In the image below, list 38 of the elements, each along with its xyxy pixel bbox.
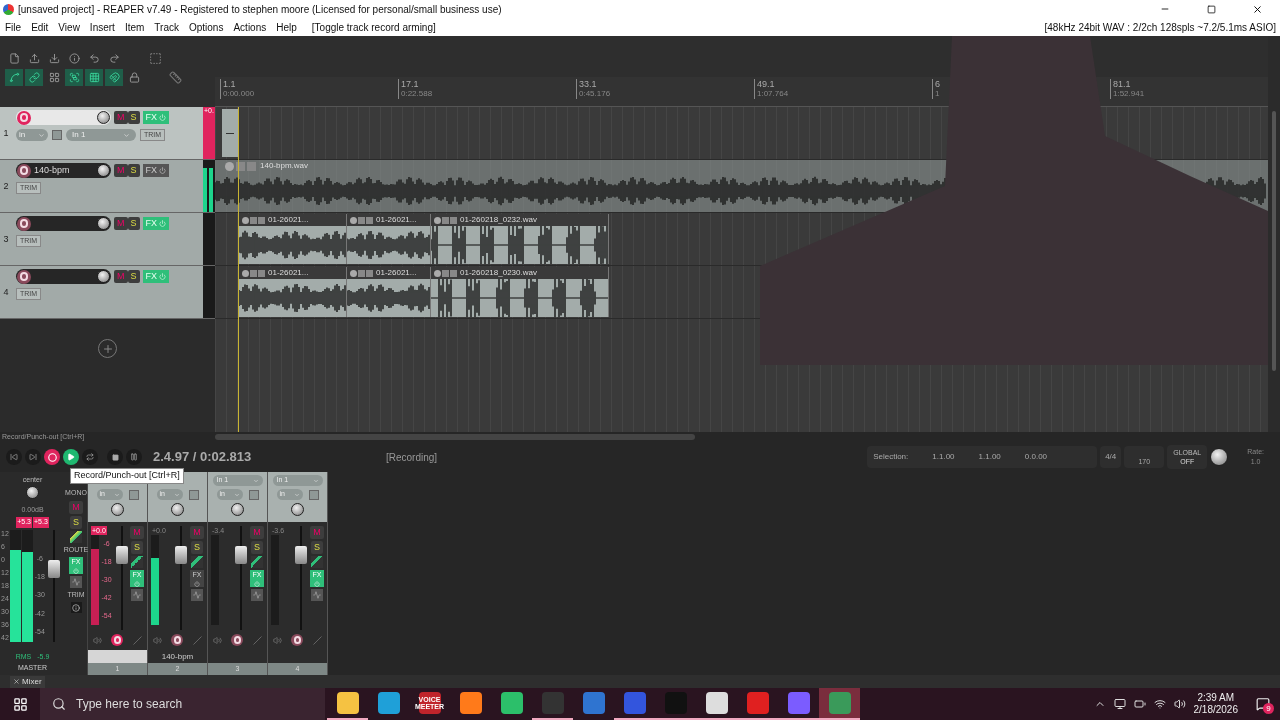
- position-readout: 2.4.97 / 0:02.813: [153, 448, 253, 467]
- notification-badge: 9: [1263, 703, 1274, 714]
- channel-name: 140-bpm: [161, 650, 194, 663]
- ruler-bar-label: 6: [935, 79, 940, 89]
- selection-start: 1.1.00: [932, 451, 955, 463]
- item-label: 01-26021...: [376, 214, 417, 226]
- ruler-time-label: 1: [935, 89, 940, 99]
- ruler-time-label: 1:52.941: [1113, 89, 1145, 99]
- item-label: 01-260218_0230.wav: [460, 267, 537, 279]
- track-number: 4: [3, 286, 9, 299]
- ruler-bar-label: 17.1: [401, 79, 420, 89]
- window-title: [unsaved project] - REAPER v7.49 - Registered to stephen moore (Licensed for personal/small business use): [18, 2, 502, 17]
- tooltip: Record/Punch-out [Ctrl+R]: [70, 468, 184, 484]
- ruler-time-label: 0:22.588: [401, 89, 433, 99]
- transport-status: [Recording]: [386, 450, 438, 465]
- ruler-time-label: 0:45.176: [579, 89, 611, 99]
- track-number: 3: [3, 233, 9, 246]
- track-name: 140-bpm: [34, 163, 71, 177]
- item-label: 01-26021...: [268, 214, 309, 226]
- ruler-bar-label: 1.1: [223, 79, 237, 89]
- item-label: 01-260218_0232.wav: [460, 214, 537, 226]
- track-number: 1: [3, 127, 9, 140]
- item-label: 01-26021...: [376, 267, 417, 279]
- selection-end: 1.1.00: [978, 451, 1001, 463]
- ruler-time-label: 0:00.000: [223, 89, 255, 99]
- selection-length: 0.0.00: [1024, 451, 1048, 463]
- audio-status: [48kHz 24bit WAV : 2/2ch 128spls ~7.2/5.1ms ASIO]: [1044, 20, 1276, 35]
- action-hint: [Toggle track record arming]: [311, 20, 436, 35]
- track-number: 2: [3, 180, 9, 193]
- selection-label: Selection:: [873, 451, 909, 463]
- ruler-bar-label: 81.1: [1113, 79, 1132, 89]
- item-label: 01-26021...: [268, 267, 309, 279]
- ruler-time-label: 1:07.764: [757, 89, 789, 99]
- clock-time: 2:39 AM: [1197, 692, 1235, 704]
- clock-date: 2/18/2026: [1193, 704, 1238, 716]
- ruler-bar-label: 33.1: [579, 79, 598, 89]
- ruler-bar-label: 49.1: [757, 79, 776, 89]
- item-label: 140-bpm.wav: [260, 160, 309, 172]
